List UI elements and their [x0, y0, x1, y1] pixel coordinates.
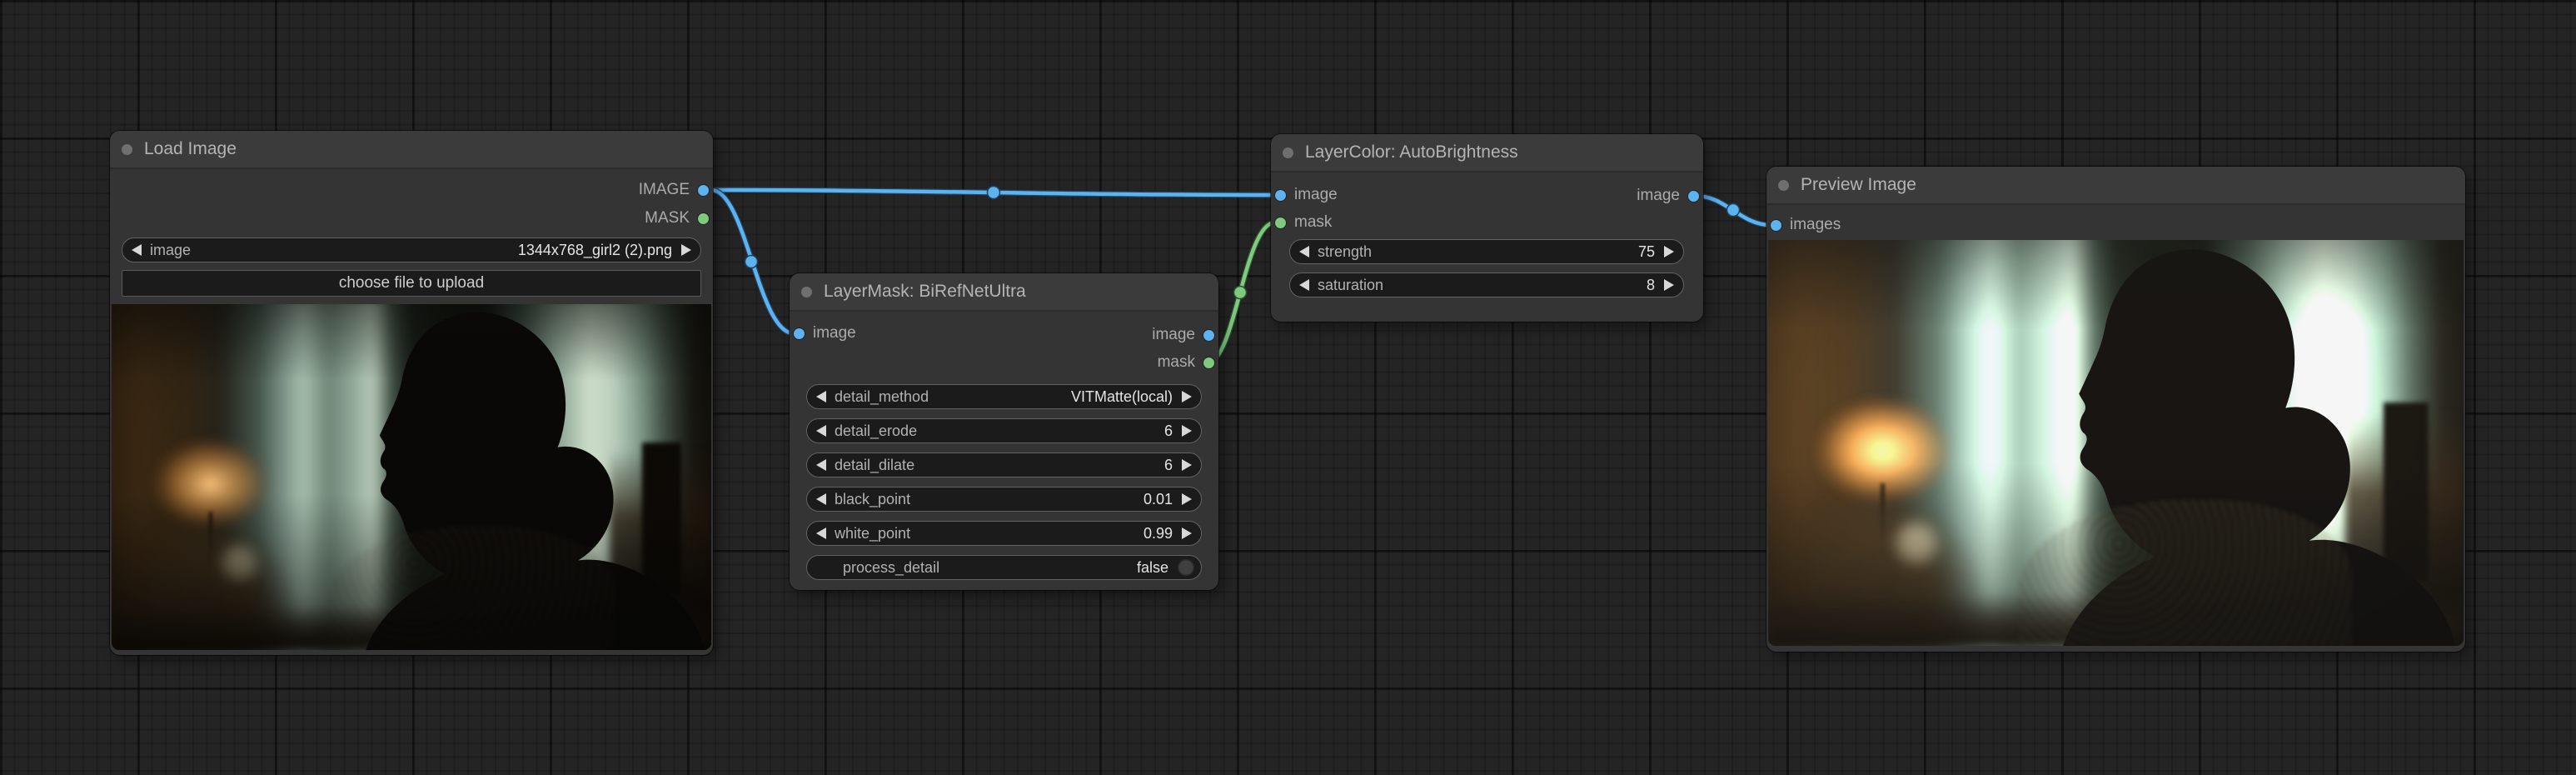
- node-titlebar[interactable]: LayerMask: BiRefNetUltra: [790, 273, 1218, 312]
- increment-arrow-icon[interactable]: [1182, 459, 1192, 471]
- output-slot-image: image: [1637, 185, 1699, 207]
- node-load-image[interactable]: Load Image IMAGE MASK image 1344x768_gir…: [110, 131, 713, 655]
- output-slot-image: IMAGE: [639, 179, 709, 201]
- increment-arrow-icon[interactable]: [1182, 391, 1192, 402]
- widget-black-point[interactable]: black_point 0.01: [806, 487, 1202, 512]
- widget-strength[interactable]: strength 75: [1289, 239, 1684, 264]
- link-midpoint-dot: [1726, 202, 1741, 218]
- collapse-dot-icon[interactable]: [801, 286, 812, 298]
- link-midpoint-dot: [744, 254, 759, 269]
- widget-detail-erode[interactable]: detail_erode 6: [806, 418, 1202, 443]
- output-socket-image-icon[interactable]: [1688, 190, 1699, 202]
- widget-value[interactable]: 1344x768_girl2 (2).png: [518, 242, 672, 259]
- decrement-arrow-icon[interactable]: [1299, 246, 1309, 258]
- input-socket-mask-icon[interactable]: [1275, 217, 1286, 228]
- decrement-arrow-icon[interactable]: [816, 459, 826, 471]
- node-layermask-birefnetultra[interactable]: LayerMask: BiRefNetUltra image image mas…: [790, 273, 1218, 590]
- increment-arrow-icon[interactable]: [1182, 425, 1192, 437]
- widget-process-detail[interactable]: process_detail false: [806, 555, 1202, 580]
- link-midpoint-dot: [1233, 285, 1248, 300]
- input-socket-image-icon[interactable]: [794, 328, 805, 339]
- widget-saturation[interactable]: saturation 8: [1289, 272, 1684, 298]
- link-image-to-preview[interactable]: [1695, 192, 1771, 228]
- output-socket-mask-icon[interactable]: [1203, 357, 1214, 368]
- node-title: Preview Image: [1801, 175, 1916, 194]
- collapse-dot-icon[interactable]: [1283, 147, 1293, 158]
- increment-arrow-icon[interactable]: [681, 244, 691, 256]
- link-image-to-birefnet[interactable]: [710, 187, 795, 337]
- decrement-arrow-icon[interactable]: [816, 528, 826, 539]
- collapse-dot-icon[interactable]: [1778, 179, 1789, 191]
- increment-arrow-icon[interactable]: [1664, 246, 1674, 258]
- decrement-arrow-icon[interactable]: [816, 493, 826, 505]
- increment-arrow-icon[interactable]: [1182, 493, 1192, 505]
- photo-vignette: [112, 304, 711, 650]
- widget-detail-dilate[interactable]: detail_dilate 6: [806, 452, 1202, 478]
- input-socket-image-icon[interactable]: [1275, 189, 1286, 201]
- decrement-arrow-icon[interactable]: [816, 391, 826, 402]
- widget-value[interactable]: 75: [1638, 243, 1655, 261]
- node-titlebar[interactable]: Preview Image: [1766, 167, 2465, 205]
- decrement-arrow-icon[interactable]: [816, 425, 826, 437]
- widget-value[interactable]: 0.99: [1144, 525, 1173, 542]
- link-midpoint-dot: [986, 185, 1001, 200]
- decrement-arrow-icon[interactable]: [132, 244, 142, 256]
- increment-arrow-icon[interactable]: [1664, 279, 1674, 291]
- input-slot-image: image: [794, 322, 856, 344]
- input-socket-images-icon[interactable]: [1771, 219, 1781, 231]
- node-graph-canvas[interactable]: Load Image IMAGE MASK image 1344x768_gir…: [0, 0, 2576, 775]
- output-slot-image: image: [1152, 324, 1214, 346]
- photo-vignette: [1768, 240, 2464, 646]
- output-socket-image-icon[interactable]: [698, 184, 709, 196]
- link-image-to-autobrightness[interactable]: [710, 185, 1276, 200]
- widget-value[interactable]: 8: [1647, 277, 1655, 294]
- node-title: Load Image: [144, 139, 237, 158]
- output-socket-mask-icon[interactable]: [698, 212, 709, 224]
- node-title: LayerMask: BiRefNetUltra: [824, 282, 1026, 301]
- output-slot-mask: mask: [1158, 352, 1214, 373]
- node-layercolor-autobrightness[interactable]: LayerColor: AutoBrightness image mask im…: [1271, 134, 1703, 322]
- output-slot-mask: MASK: [645, 208, 709, 229]
- node-titlebar[interactable]: Load Image: [110, 131, 713, 169]
- widget-value[interactable]: VITMatte(local): [1071, 388, 1173, 406]
- widget-value[interactable]: 6: [1164, 457, 1173, 474]
- widget-white-point[interactable]: white_point 0.99: [806, 521, 1202, 546]
- widget-value[interactable]: 6: [1164, 422, 1173, 440]
- increment-arrow-icon[interactable]: [1182, 528, 1192, 539]
- preview-image-output: [1768, 240, 2464, 646]
- widget-detail-method[interactable]: detail_method VITMatte(local): [806, 384, 1202, 409]
- widget-value[interactable]: 0.01: [1144, 491, 1173, 508]
- widget-value[interactable]: false: [1137, 559, 1168, 577]
- node-title: LayerColor: AutoBrightness: [1305, 142, 1518, 162]
- widget-image-combo[interactable]: image 1344x768_girl2 (2).png: [122, 238, 701, 262]
- toggle-knob-icon[interactable]: [1178, 559, 1194, 576]
- choose-file-button[interactable]: choose file to upload: [122, 270, 701, 297]
- node-preview-image[interactable]: Preview Image images: [1766, 167, 2465, 652]
- input-slot-image: image: [1275, 184, 1338, 206]
- input-slot-images: images: [1771, 214, 1841, 236]
- output-socket-image-icon[interactable]: [1203, 329, 1214, 341]
- loaded-image-preview: [112, 304, 711, 650]
- node-titlebar[interactable]: LayerColor: AutoBrightness: [1271, 134, 1703, 172]
- collapse-dot-icon[interactable]: [122, 143, 132, 155]
- decrement-arrow-icon[interactable]: [1299, 279, 1309, 291]
- input-slot-mask: mask: [1275, 212, 1332, 233]
